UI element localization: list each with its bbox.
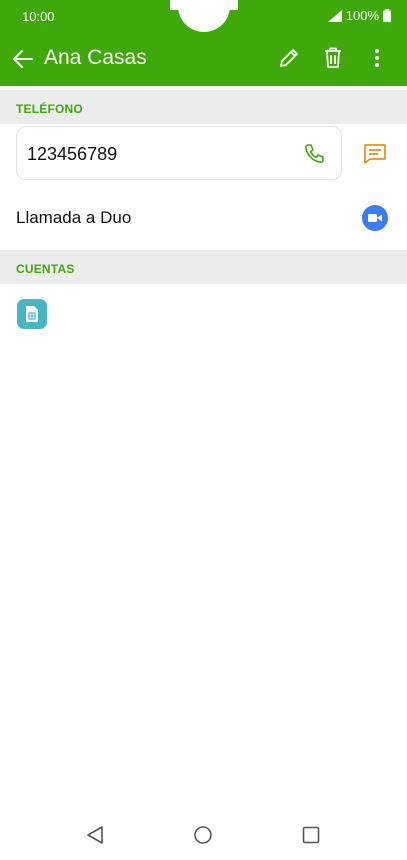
nav-recents-button[interactable]	[300, 824, 322, 846]
nav-home-circle-icon	[194, 826, 212, 844]
edit-pencil-icon	[280, 49, 298, 67]
sim-card-account-icon[interactable]	[17, 299, 47, 329]
sim-card-icon	[26, 306, 38, 322]
call-button[interactable]	[301, 141, 327, 167]
section-phone-label: TELÉFONO	[16, 102, 83, 116]
camera-notch	[178, 0, 230, 32]
status-time: 10:00	[22, 9, 55, 24]
duo-video-button[interactable]	[362, 205, 388, 231]
edit-button[interactable]	[275, 44, 303, 72]
contact-name-title: Ana Casas	[44, 46, 147, 69]
section-accounts-label: CUENTAS	[16, 262, 75, 276]
more-options-button[interactable]	[363, 44, 391, 72]
nav-home-button[interactable]	[192, 824, 214, 846]
phone-number: 123456789	[27, 144, 118, 164]
nav-back-button[interactable]	[84, 824, 106, 846]
delete-trash-icon	[325, 47, 341, 68]
back-button[interactable]	[10, 46, 36, 72]
video-camera-icon	[368, 214, 382, 222]
duo-call-label: Llamada a Duo	[16, 208, 132, 227]
message-button[interactable]	[361, 140, 389, 168]
section-accounts-header: CUENTAS	[0, 250, 407, 284]
duo-call-row[interactable]: Llamada a Duo	[0, 190, 407, 246]
phone-call-icon	[304, 144, 324, 164]
nav-recents-square-icon	[302, 826, 320, 844]
message-icon	[364, 144, 386, 164]
phone-number-row[interactable]: 123456789	[16, 126, 342, 180]
section-phone-header: TELÉFONO	[0, 90, 407, 124]
app-header: 10:00 100% Ana Casas	[0, 0, 407, 86]
signal-icon	[327, 9, 342, 22]
status-indicators: 100%	[327, 8, 391, 23]
battery-icon	[383, 9, 391, 22]
more-options-icon	[375, 49, 379, 67]
delete-button[interactable]	[319, 44, 347, 72]
system-navigation-bar	[0, 810, 407, 860]
back-arrow-icon	[13, 50, 33, 68]
battery-percent: 100%	[345, 8, 379, 23]
nav-back-triangle-icon	[87, 826, 103, 844]
